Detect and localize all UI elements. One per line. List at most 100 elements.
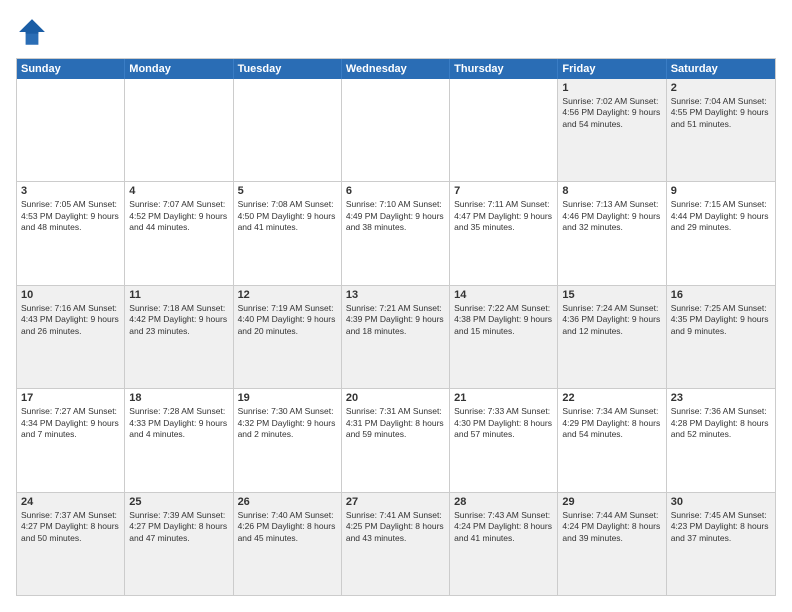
day-info: Sunrise: 7:28 AM Sunset: 4:33 PM Dayligh… bbox=[129, 406, 228, 440]
day-info: Sunrise: 7:25 AM Sunset: 4:35 PM Dayligh… bbox=[671, 303, 771, 337]
day-cell: 19Sunrise: 7:30 AM Sunset: 4:32 PM Dayli… bbox=[234, 389, 342, 491]
day-number: 26 bbox=[238, 496, 337, 508]
day-cell: 16 Sunrise: 7:25 AM Sunset: 4:35 PM Dayli… bbox=[667, 286, 775, 388]
logo bbox=[16, 16, 52, 48]
day-info: Sunrise: 7:10 AM Sunset: 4:49 PM Dayligh… bbox=[346, 199, 445, 233]
day-cell: 26 Sunrise: 7:40 AM Sunset: 4:26 PM Dayli… bbox=[234, 493, 342, 595]
day-number: 9 bbox=[671, 185, 771, 197]
day-number: 3 bbox=[21, 185, 120, 197]
day-info: Sunrise: 7:34 AM Sunset: 4:29 PM Dayligh… bbox=[562, 406, 661, 440]
empty-cell bbox=[17, 79, 125, 181]
calendar: SundayMondayTuesdayWednesdayThursdayFrid… bbox=[16, 58, 776, 596]
day-number: 17 bbox=[21, 392, 120, 404]
day-info: Sunrise: 7:07 AM Sunset: 4:52 PM Dayligh… bbox=[129, 199, 228, 233]
day-info: Sunrise: 7:39 AM Sunset: 4:27 PM Dayligh… bbox=[129, 510, 228, 544]
day-info: Sunrise: 7:43 AM Sunset: 4:24 PM Dayligh… bbox=[454, 510, 553, 544]
day-cell: 10 Sunrise: 7:16 AM Sunset: 4:43 PM Dayli… bbox=[17, 286, 125, 388]
empty-cell bbox=[342, 79, 450, 181]
day-number: 6 bbox=[346, 185, 445, 197]
day-number: 22 bbox=[562, 392, 661, 404]
day-info: Sunrise: 7:13 AM Sunset: 4:46 PM Dayligh… bbox=[562, 199, 661, 233]
calendar-row: 10 Sunrise: 7:16 AM Sunset: 4:43 PM Dayli… bbox=[17, 285, 775, 388]
day-number: 12 bbox=[238, 289, 337, 301]
day-cell: 14Sunrise: 7:22 AM Sunset: 4:38 PM Dayli… bbox=[450, 286, 558, 388]
calendar-row: 24Sunrise: 7:37 AM Sunset: 4:27 PM Dayli… bbox=[17, 492, 775, 595]
day-cell: 20 Sunrise: 7:31 AM Sunset: 4:31 PM Dayli… bbox=[342, 389, 450, 491]
calendar-row: 17 Sunrise: 7:27 AM Sunset: 4:34 PM Dayli… bbox=[17, 388, 775, 491]
day-info: Sunrise: 7:22 AM Sunset: 4:38 PM Dayligh… bbox=[454, 303, 553, 337]
day-cell: 5 Sunrise: 7:08 AM Sunset: 4:50 PM Daylig… bbox=[234, 182, 342, 284]
day-cell: 27 Sunrise: 7:41 AM Sunset: 4:25 PM Dayli… bbox=[342, 493, 450, 595]
day-number: 28 bbox=[454, 496, 553, 508]
day-cell: 4 Sunrise: 7:07 AM Sunset: 4:52 PM Daylig… bbox=[125, 182, 233, 284]
day-info: Sunrise: 7:08 AM Sunset: 4:50 PM Dayligh… bbox=[238, 199, 337, 233]
weekday-header: Thursday bbox=[450, 59, 558, 79]
day-info: Sunrise: 7:30 AM Sunset: 4:32 PM Dayligh… bbox=[238, 406, 337, 440]
weekday-header: Monday bbox=[125, 59, 233, 79]
calendar-row: 3 Sunrise: 7:05 AM Sunset: 4:53 PM Daylig… bbox=[17, 181, 775, 284]
day-cell: 28 Sunrise: 7:43 AM Sunset: 4:24 PM Dayli… bbox=[450, 493, 558, 595]
day-number: 4 bbox=[129, 185, 228, 197]
day-info: Sunrise: 7:19 AM Sunset: 4:40 PM Dayligh… bbox=[238, 303, 337, 337]
day-info: Sunrise: 7:02 AM Sunset: 4:56 PM Dayligh… bbox=[562, 96, 661, 130]
empty-cell bbox=[234, 79, 342, 181]
calendar-header: SundayMondayTuesdayWednesdayThursdayFrid… bbox=[17, 59, 775, 79]
day-number: 30 bbox=[671, 496, 771, 508]
weekday-header: Friday bbox=[558, 59, 666, 79]
day-number: 25 bbox=[129, 496, 228, 508]
day-number: 20 bbox=[346, 392, 445, 404]
calendar-body: 1 Sunrise: 7:02 AM Sunset: 4:56 PM Daylig… bbox=[17, 79, 775, 595]
header bbox=[16, 16, 776, 48]
day-info: Sunrise: 7:27 AM Sunset: 4:34 PM Dayligh… bbox=[21, 406, 120, 440]
day-info: Sunrise: 7:24 AM Sunset: 4:36 PM Dayligh… bbox=[562, 303, 661, 337]
day-number: 23 bbox=[671, 392, 771, 404]
day-info: Sunrise: 7:37 AM Sunset: 4:27 PM Dayligh… bbox=[21, 510, 120, 544]
day-info: Sunrise: 7:04 AM Sunset: 4:55 PM Dayligh… bbox=[671, 96, 771, 130]
weekday-header: Tuesday bbox=[234, 59, 342, 79]
day-number: 2 bbox=[671, 82, 771, 94]
calendar-row: 1 Sunrise: 7:02 AM Sunset: 4:56 PM Daylig… bbox=[17, 79, 775, 181]
day-number: 16 bbox=[671, 289, 771, 301]
day-number: 1 bbox=[562, 82, 661, 94]
day-number: 10 bbox=[21, 289, 120, 301]
day-cell: 15Sunrise: 7:24 AM Sunset: 4:36 PM Dayli… bbox=[558, 286, 666, 388]
day-info: Sunrise: 7:45 AM Sunset: 4:23 PM Dayligh… bbox=[671, 510, 771, 544]
logo-icon bbox=[16, 16, 48, 48]
day-cell: 6 Sunrise: 7:10 AM Sunset: 4:49 PM Daylig… bbox=[342, 182, 450, 284]
day-info: Sunrise: 7:21 AM Sunset: 4:39 PM Dayligh… bbox=[346, 303, 445, 337]
day-cell: 1 Sunrise: 7:02 AM Sunset: 4:56 PM Daylig… bbox=[558, 79, 666, 181]
day-cell: 9 Sunrise: 7:15 AM Sunset: 4:44 PM Daylig… bbox=[667, 182, 775, 284]
day-cell: 12 Sunrise: 7:19 AM Sunset: 4:40 PM Dayli… bbox=[234, 286, 342, 388]
day-cell: 22 Sunrise: 7:34 AM Sunset: 4:29 PM Dayli… bbox=[558, 389, 666, 491]
day-info: Sunrise: 7:40 AM Sunset: 4:26 PM Dayligh… bbox=[238, 510, 337, 544]
day-info: Sunrise: 7:33 AM Sunset: 4:30 PM Dayligh… bbox=[454, 406, 553, 440]
weekday-header: Sunday bbox=[17, 59, 125, 79]
day-info: Sunrise: 7:05 AM Sunset: 4:53 PM Dayligh… bbox=[21, 199, 120, 233]
day-cell: 3 Sunrise: 7:05 AM Sunset: 4:53 PM Daylig… bbox=[17, 182, 125, 284]
day-cell: 29Sunrise: 7:44 AM Sunset: 4:24 PM Dayli… bbox=[558, 493, 666, 595]
day-number: 21 bbox=[454, 392, 553, 404]
day-info: Sunrise: 7:15 AM Sunset: 4:44 PM Dayligh… bbox=[671, 199, 771, 233]
day-number: 13 bbox=[346, 289, 445, 301]
day-info: Sunrise: 7:16 AM Sunset: 4:43 PM Dayligh… bbox=[21, 303, 120, 337]
day-cell: 17 Sunrise: 7:27 AM Sunset: 4:34 PM Dayli… bbox=[17, 389, 125, 491]
day-number: 27 bbox=[346, 496, 445, 508]
day-info: Sunrise: 7:31 AM Sunset: 4:31 PM Dayligh… bbox=[346, 406, 445, 440]
day-cell: 13 Sunrise: 7:21 AM Sunset: 4:39 PM Dayli… bbox=[342, 286, 450, 388]
day-info: Sunrise: 7:44 AM Sunset: 4:24 PM Dayligh… bbox=[562, 510, 661, 544]
day-info: Sunrise: 7:18 AM Sunset: 4:42 PM Dayligh… bbox=[129, 303, 228, 337]
day-cell: 30 Sunrise: 7:45 AM Sunset: 4:23 PM Dayli… bbox=[667, 493, 775, 595]
day-number: 8 bbox=[562, 185, 661, 197]
empty-cell bbox=[450, 79, 558, 181]
day-cell: 8 Sunrise: 7:13 AM Sunset: 4:46 PM Daylig… bbox=[558, 182, 666, 284]
day-info: Sunrise: 7:41 AM Sunset: 4:25 PM Dayligh… bbox=[346, 510, 445, 544]
empty-cell bbox=[125, 79, 233, 181]
day-cell: 24Sunrise: 7:37 AM Sunset: 4:27 PM Dayli… bbox=[17, 493, 125, 595]
day-cell: 7Sunrise: 7:11 AM Sunset: 4:47 PM Daylig… bbox=[450, 182, 558, 284]
weekday-header: Saturday bbox=[667, 59, 775, 79]
day-info: Sunrise: 7:11 AM Sunset: 4:47 PM Dayligh… bbox=[454, 199, 553, 233]
day-cell: 18Sunrise: 7:28 AM Sunset: 4:33 PM Dayli… bbox=[125, 389, 233, 491]
day-number: 5 bbox=[238, 185, 337, 197]
page: SundayMondayTuesdayWednesdayThursdayFrid… bbox=[0, 0, 792, 612]
day-cell: 11Sunrise: 7:18 AM Sunset: 4:42 PM Dayli… bbox=[125, 286, 233, 388]
